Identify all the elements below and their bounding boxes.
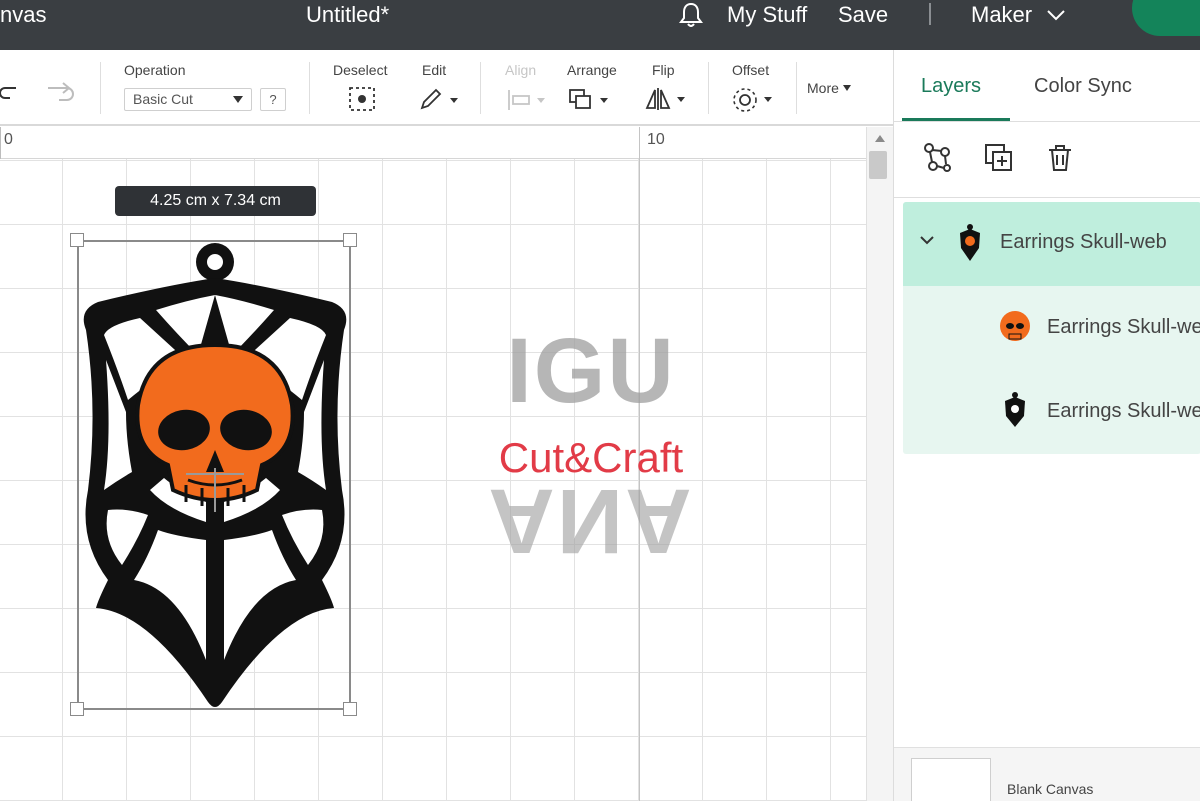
chevron-down-icon[interactable] xyxy=(919,232,935,248)
make-button[interactable] xyxy=(1132,0,1200,36)
deselect-icon[interactable] xyxy=(348,86,376,112)
more-menu-button[interactable]: More xyxy=(807,80,851,96)
toolbar-divider xyxy=(100,62,101,114)
arrange-icon[interactable] xyxy=(568,88,610,112)
layer-item-name: Earrings Skull-web xyxy=(1047,400,1200,422)
layers-panel: Layers Color Sync Earrings Skull-web Ear… xyxy=(893,50,1200,801)
caret-down-icon xyxy=(842,85,851,91)
vertical-scrollbar[interactable] xyxy=(866,127,893,801)
tab-layers[interactable]: Layers xyxy=(921,75,981,98)
scroll-thumb[interactable] xyxy=(869,151,887,179)
redo-icon[interactable] xyxy=(45,80,75,104)
help-button[interactable]: ? xyxy=(260,88,286,111)
dimension-tooltip: 4.25 cm x 7.34 cm xyxy=(115,186,316,216)
blank-canvas-swatch[interactable] xyxy=(911,758,991,801)
ruler-mark-0: 0 xyxy=(4,131,13,148)
toolbar-divider xyxy=(309,62,310,114)
web-thumbnail-icon xyxy=(1005,392,1025,427)
pencil-icon[interactable] xyxy=(418,88,460,112)
blank-canvas-label: Blank Canvas xyxy=(1007,781,1094,797)
canvas-back-link[interactable]: nvas xyxy=(0,2,46,28)
ungroup-icon[interactable] xyxy=(921,142,953,174)
resize-handle-top-right[interactable] xyxy=(343,233,357,247)
more-label: More xyxy=(807,80,839,96)
layer-group[interactable]: Earrings Skull-web Earrings Skull-web Ea… xyxy=(903,202,1200,454)
scroll-up-icon[interactable] xyxy=(875,135,885,142)
trash-icon[interactable] xyxy=(1044,142,1076,174)
operation-label: Operation xyxy=(124,62,186,78)
offset-label: Offset xyxy=(732,62,770,78)
align-label: Align xyxy=(505,62,537,78)
align-icon[interactable] xyxy=(505,88,547,112)
horizontal-ruler: 0 10 xyxy=(0,127,866,159)
tab-color-sync[interactable]: Color Sync xyxy=(1034,75,1132,98)
resize-handle-bottom-right[interactable] xyxy=(343,702,357,716)
skull-web-thumbnail-icon xyxy=(960,224,980,261)
toolbar-divider xyxy=(708,62,709,114)
layer-item[interactable]: Earrings Skull-web xyxy=(903,286,1200,370)
layer-group-header[interactable]: Earrings Skull-web xyxy=(903,202,1200,286)
watermark-logo: IGU Cut&Craft ANA xyxy=(486,320,696,572)
resize-handle-top-left[interactable] xyxy=(70,233,84,247)
toolbar-divider xyxy=(796,62,797,114)
bell-icon[interactable] xyxy=(677,1,705,29)
machine-select[interactable]: Maker xyxy=(971,2,1066,28)
header-divider xyxy=(929,3,931,25)
selection-box xyxy=(77,240,351,710)
duplicate-icon[interactable] xyxy=(983,142,1015,174)
blank-canvas-row[interactable]: Blank Canvas xyxy=(894,747,1200,801)
layer-item[interactable]: Earrings Skull-web xyxy=(903,370,1200,454)
arrange-label: Arrange xyxy=(567,62,617,78)
flip-icon[interactable] xyxy=(645,86,689,112)
watermark-bottom-text: ANA xyxy=(488,470,694,572)
ruler-mark-10: 10 xyxy=(647,131,665,148)
save-button[interactable]: Save xyxy=(838,2,888,28)
resize-handle-bottom-left[interactable] xyxy=(70,702,84,716)
machine-label: Maker xyxy=(971,2,1033,27)
undo-icon[interactable] xyxy=(0,82,18,102)
layer-item-name: Earrings Skull-web xyxy=(1047,316,1200,338)
flip-label: Flip xyxy=(652,62,675,78)
document-title[interactable]: Untitled* xyxy=(306,2,389,28)
deselect-label: Deselect xyxy=(333,62,388,78)
layer-group-name: Earrings Skull-web xyxy=(1000,231,1167,253)
watermark-top-text: IGU xyxy=(506,320,676,422)
top-header: nvas Untitled* My Stuff Save Maker xyxy=(0,0,1200,50)
toolbar-divider xyxy=(480,62,481,114)
ruler-tick xyxy=(0,127,1,159)
layer-actions xyxy=(894,122,1200,198)
operation-select[interactable]: Basic Cut xyxy=(124,88,252,111)
edit-label: Edit xyxy=(422,62,447,78)
operation-value: Basic Cut xyxy=(133,91,193,107)
caret-down-icon xyxy=(233,96,243,103)
orange-skull-thumbnail-icon xyxy=(1000,311,1030,341)
my-stuff-link[interactable]: My Stuff xyxy=(727,2,807,28)
offset-icon[interactable] xyxy=(732,86,776,114)
chevron-down-icon xyxy=(1047,10,1065,21)
